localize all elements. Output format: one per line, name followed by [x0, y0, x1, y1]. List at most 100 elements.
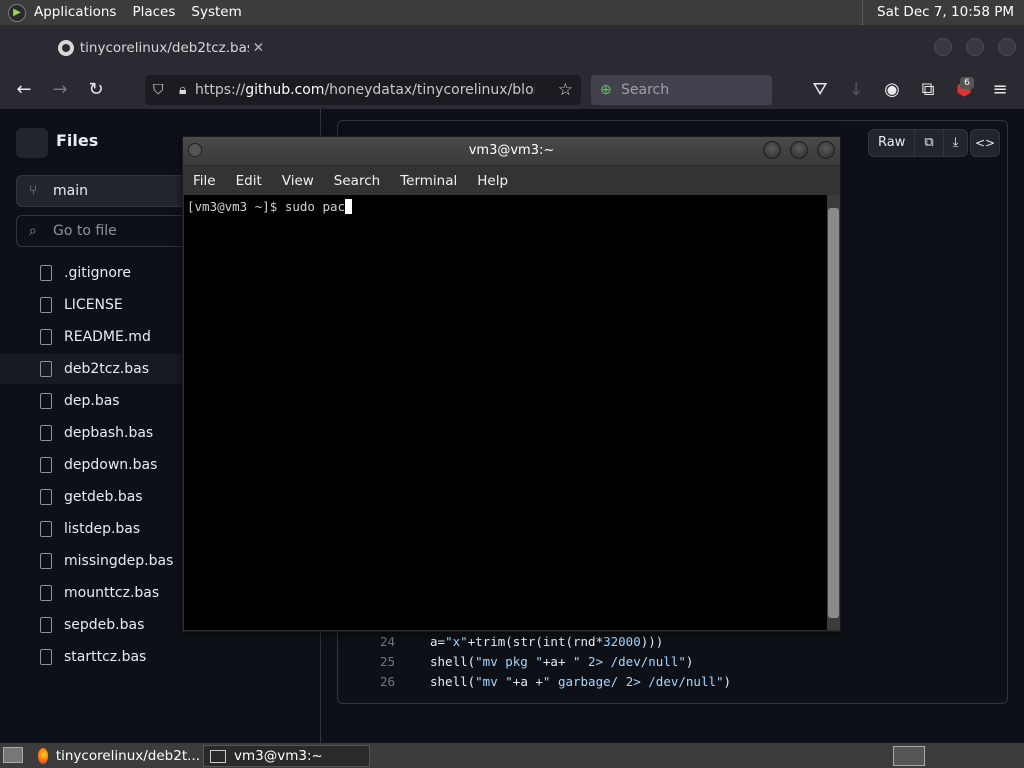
github-favicon-icon — [58, 40, 74, 56]
branch-selector-button[interactable]: ⑂ main — [16, 175, 196, 207]
terminal-icon — [210, 749, 226, 763]
terminal-screen[interactable]: [vm3@vm3 ~]$ sudo pac — [184, 195, 827, 630]
file-item[interactable]: depbash.bas — [0, 418, 183, 448]
extensions-icon[interactable]: ⧉ — [916, 78, 940, 102]
sidebar-collapse-icon[interactable] — [16, 128, 48, 158]
terminal-scroll-thumb[interactable] — [828, 208, 839, 618]
file-icon — [40, 265, 52, 281]
terminal-minimize-button[interactable] — [763, 141, 781, 159]
search-engine-icon: ⊕ — [600, 82, 612, 98]
tab-close-icon[interactable]: ✕ — [253, 40, 264, 56]
system-top-panel: ▶ Applications Places System Sat Dec 7, … — [0, 0, 1024, 25]
file-item[interactable]: README.md — [0, 322, 183, 352]
terminal-title[interactable]: vm3@vm3:~ — [183, 137, 840, 165]
tinycore-logo-icon[interactable]: ▶ — [8, 3, 26, 22]
menu-edit[interactable]: Edit — [226, 173, 272, 189]
forward-arrow-icon[interactable]: → — [48, 78, 72, 102]
file-item[interactable]: getdeb.bas — [0, 482, 183, 512]
shield-icon[interactable]: ⛉ — [153, 82, 164, 98]
file-icon — [40, 521, 52, 537]
task-firefox-label: tinycorelinux/deb2t... — [55, 748, 200, 764]
terminal-maximize-button[interactable] — [790, 141, 808, 159]
code-line: 25 shell("mv pkg " +a+ " 2> /dev/null") — [350, 654, 1000, 674]
file-icon — [40, 425, 52, 441]
download-icon[interactable]: ⤓ — [944, 130, 968, 156]
file-icon — [40, 393, 52, 409]
file-item[interactable]: dep.bas — [0, 386, 183, 416]
terminal-cursor — [345, 199, 353, 214]
back-arrow-icon[interactable]: ← — [12, 78, 36, 102]
code-token: +trim(str(int(rnd* — [467, 634, 604, 649]
menu-system[interactable]: System — [183, 0, 249, 25]
file-icon — [40, 489, 52, 505]
line-number: 25 — [379, 654, 395, 669]
url-scheme: https:// — [195, 82, 246, 98]
hamburger-menu-icon[interactable]: ≡ — [988, 78, 1012, 102]
window-menu-icon[interactable] — [188, 143, 202, 157]
firefox-icon — [38, 748, 48, 764]
menu-search[interactable]: Search — [324, 173, 390, 189]
file-item[interactable]: listdep.bas — [0, 514, 183, 544]
file-item[interactable]: missingdep.bas — [0, 546, 183, 576]
file-icon — [40, 649, 52, 665]
file-item[interactable]: starttcz.bas — [0, 642, 183, 672]
browser-minimize-button[interactable] — [934, 38, 952, 56]
code-token: "mv pkg " — [475, 654, 543, 669]
menu-file[interactable]: File — [183, 173, 226, 189]
symbols-panel-icon[interactable]: <> — [970, 129, 1000, 157]
account-icon[interactable]: ◉ — [880, 78, 904, 102]
lock-icon[interactable]: 🔒︎ — [179, 82, 186, 98]
show-desktop-icon[interactable] — [3, 747, 23, 763]
code-token: ) — [723, 674, 732, 689]
code-token: ))) — [640, 634, 664, 649]
line-number: 26 — [379, 674, 395, 689]
files-heading: Files — [56, 131, 99, 150]
go-to-file-input[interactable]: ⌕ Go to file — [16, 215, 196, 247]
code-token: shell( — [430, 654, 476, 669]
reload-icon[interactable]: ↻ — [84, 78, 108, 102]
code-token: shell( — [430, 674, 476, 689]
menu-help[interactable]: Help — [467, 173, 518, 189]
task-terminal[interactable]: vm3@vm3:~ — [203, 745, 370, 767]
code-token: +a + — [512, 674, 543, 689]
url-bar[interactable]: ⛉ 🔒︎ https://github.com/honeydatax/tinyc… — [145, 75, 581, 105]
file-item[interactable]: LICENSE — [0, 290, 183, 320]
file-item[interactable]: sepdeb.bas — [0, 610, 183, 640]
menu-view[interactable]: View — [272, 173, 324, 189]
search-placeholder: Search — [621, 82, 670, 98]
search-input[interactable]: ⊕ Search — [591, 75, 772, 105]
code-line: 26 shell("mv " +a + " garbage/ 2> /dev/null… — [350, 674, 1000, 694]
workspace-switcher[interactable] — [893, 746, 925, 766]
task-firefox[interactable]: tinycorelinux/deb2t... — [32, 745, 200, 767]
code-token: " 2> /dev/null" — [573, 654, 686, 669]
bookmark-star-icon[interactable]: ☆ — [558, 80, 573, 100]
file-item[interactable]: deb2tcz.bas — [0, 354, 183, 384]
menu-places[interactable]: Places — [124, 0, 183, 25]
browser-maximize-button[interactable] — [966, 38, 984, 56]
file-item[interactable]: depdown.bas — [0, 450, 183, 480]
code-token: "x" — [445, 634, 468, 649]
menu-applications[interactable]: Applications — [26, 0, 124, 25]
code-token: "mv " — [475, 674, 513, 689]
downloads-icon[interactable]: ↓ — [844, 78, 868, 102]
raw-button[interactable]: Raw — [869, 130, 916, 156]
code-token: a= — [430, 634, 446, 649]
file-icon — [40, 297, 52, 313]
terminal-close-button[interactable] — [817, 141, 835, 159]
branch-icon: ⑂ — [29, 183, 38, 199]
browser-close-button[interactable] — [998, 38, 1016, 56]
file-icon — [40, 329, 52, 345]
branch-name: main — [53, 183, 88, 199]
go-to-file-placeholder: Go to file — [53, 223, 117, 239]
clock[interactable]: Sat Dec 7, 10:58 PM — [862, 0, 1024, 25]
file-item[interactable]: .gitignore — [0, 258, 183, 288]
copy-icon[interactable]: ⧉ — [915, 130, 944, 156]
pocket-icon[interactable]: ⛛ — [808, 78, 832, 102]
file-actions-group: Raw ⧉ ⤓ — [868, 129, 969, 157]
file-icon — [40, 585, 52, 601]
browser-tab-active[interactable]: tinycorelinux/deb2tcz.bas at ✕ — [40, 33, 264, 63]
file-item[interactable]: mounttcz.bas — [0, 578, 183, 608]
code-token: ) — [685, 654, 694, 669]
menu-terminal[interactable]: Terminal — [390, 173, 467, 189]
tab-title: tinycorelinux/deb2tcz.bas at — [79, 40, 249, 56]
